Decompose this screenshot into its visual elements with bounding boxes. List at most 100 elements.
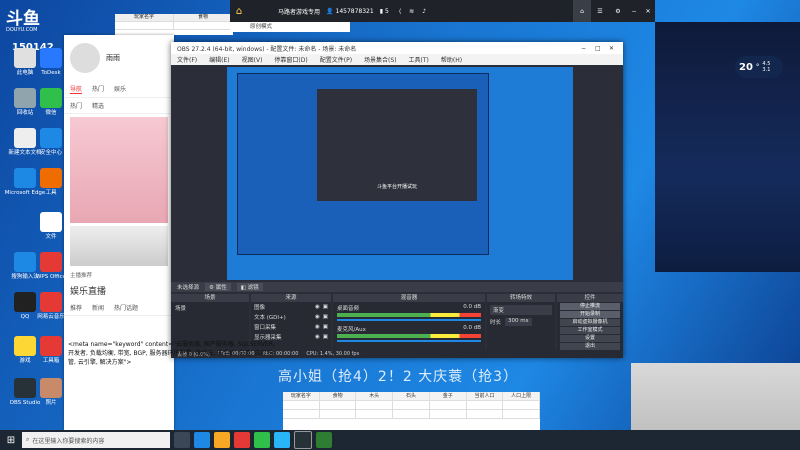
top-sheet-cell <box>174 22 233 29</box>
source-item[interactable]: 图像 ◉ ▣ <box>251 302 331 312</box>
sheet-row <box>283 410 541 419</box>
visibility-icon[interactable]: ◉ <box>315 304 320 310</box>
scenes-title: 场景 <box>171 294 249 302</box>
control-button[interactable]: 设置 <box>560 335 620 342</box>
obs-window[interactable]: OBS 27.2.4 (64-bit, windows) - 配置文件: 未命名… <box>171 42 623 358</box>
home-icon[interactable]: ⌂ <box>230 6 248 17</box>
mixer-track: 麦克风/Aux 0.0 dB <box>333 323 485 344</box>
visibility-icon[interactable]: ◉ <box>315 334 320 340</box>
section-tab[interactable]: 热门话题 <box>114 303 138 312</box>
transition-select[interactable]: 渐变 <box>490 305 552 315</box>
obs-menu-item[interactable]: 配置文件(P) <box>320 55 352 64</box>
app-icon <box>40 48 62 68</box>
volume-slider[interactable] <box>337 340 481 342</box>
obs-menu-item[interactable]: 停靠窗口(D) <box>274 55 307 64</box>
sources-title: 来源 <box>251 294 331 302</box>
obs-title-text: OBS 27.2.4 (64-bit, windows) - 配置文件: 未命名… <box>177 45 357 53</box>
weather-widget[interactable]: 20 ° 4.5 3.1 <box>735 56 783 78</box>
lock-icon[interactable]: ▣ <box>323 324 328 330</box>
lock-icon[interactable]: ▣ <box>323 314 328 320</box>
subtab-pick[interactable]: 精选 <box>92 101 104 110</box>
source-item-label: 窗口采集 <box>254 325 277 331</box>
control-button[interactable]: 开始录制 <box>560 311 620 318</box>
source-item[interactable]: 窗口采集 ◉ ▣ <box>251 322 331 332</box>
windows-start-icon[interactable]: ⊞ <box>0 430 22 450</box>
source-item[interactable]: 文本 (GDI+) ◉ ▣ <box>251 312 331 322</box>
sheet-column-header[interactable]: 石头 <box>393 392 430 400</box>
app-icon <box>40 168 62 188</box>
obs-app-icon[interactable] <box>294 431 312 449</box>
sheet-column-header[interactable]: 当前人口 <box>467 392 504 400</box>
qq-app-icon[interactable] <box>274 432 290 448</box>
sheet-column-header[interactable]: 人口上限 <box>503 392 541 400</box>
lock-icon[interactable]: ▣ <box>323 304 328 310</box>
obs-menu-item[interactable]: 文件(F) <box>177 55 197 64</box>
properties-button[interactable]: ⚙ 属性 <box>205 283 231 291</box>
close-icon[interactable]: ✕ <box>609 45 623 52</box>
stream-thumb-1[interactable] <box>70 117 168 223</box>
red-app-icon[interactable] <box>234 432 250 448</box>
maximize-icon[interactable]: □ <box>595 45 609 52</box>
share-icon[interactable]: ⟨ <box>399 8 401 15</box>
card-label: 主播推荐 <box>70 273 93 279</box>
filters-button[interactable]: ◧ 滤镜 <box>236 283 263 291</box>
assistant-count: 5 <box>385 7 389 15</box>
tab-nav[interactable]: 导航 <box>70 84 83 94</box>
scene-item[interactable]: 场景 <box>171 302 249 314</box>
obs-menu-item[interactable]: 工具(T) <box>409 55 429 64</box>
chat-window[interactable]: 雨雨 导航 热门 娱乐 热门 精选 主播推荐 娱乐直播 推荐 新闻 热门话题 <box>64 35 174 430</box>
control-button[interactable]: 停止推流 <box>560 303 620 310</box>
explorer-app-icon[interactable] <box>214 432 230 448</box>
douyu-logo-sub: DOUYU.COM <box>6 27 38 33</box>
duration-field[interactable]: 300 ms <box>505 318 532 326</box>
search-icon: ⌕ <box>26 436 30 443</box>
home-button-icon[interactable]: ⌂ <box>573 0 591 22</box>
sheet-column-header[interactable]: 木头 <box>356 392 394 400</box>
obs-menu-item[interactable]: 帮助(H) <box>441 55 462 64</box>
tab-hot[interactable]: 热门 <box>92 84 104 94</box>
stream-thumb-2[interactable] <box>70 226 168 266</box>
edge-app-icon[interactable] <box>194 432 210 448</box>
control-button[interactable]: 退出 <box>560 343 620 350</box>
transitions-title: 转场特效 <box>487 294 555 302</box>
control-button[interactable]: 启动虚拟摄像机 <box>560 319 620 326</box>
obs-preview[interactable]: 斗鱼平台开播试玩 <box>227 67 573 280</box>
avatar[interactable] <box>70 43 100 73</box>
section-title: 娱乐直播 <box>70 287 107 297</box>
obs-menu-item[interactable]: 编辑(E) <box>209 55 229 64</box>
minimize-icon[interactable]: − <box>627 8 641 15</box>
gamepad-icon[interactable]: ☰ <box>591 8 609 15</box>
subtab-hot[interactable]: 热门 <box>70 101 82 110</box>
obs-menubar: 文件(F) 编辑(E) 视图(V) 停靠窗口(D) 配置文件(P) 场景集合(S) 工具(T… <box>171 54 623 65</box>
section-tab[interactable]: 新闻 <box>92 303 104 312</box>
chat-username: 雨雨 <box>106 54 120 62</box>
top-spreadsheet: 玩家名字 食物 <box>115 14 233 35</box>
volume-slider[interactable] <box>337 319 481 321</box>
control-buttons: 停止推流 开始录制 启动虚拟摄像机 工作室模式 设置 退出 <box>557 303 623 350</box>
control-button[interactable]: 工作室模式 <box>560 327 620 334</box>
settings-icon[interactable]: ⚙ <box>609 8 627 15</box>
task-view-icon[interactable] <box>174 432 190 448</box>
bell-icon[interactable]: ♪ <box>422 8 426 15</box>
minimize-icon[interactable]: − <box>581 45 595 52</box>
sheet-column-header[interactable]: 玩家名字 <box>283 392 320 400</box>
assistant-phone: 1457878321 <box>335 7 374 15</box>
obs-titlebar[interactable]: OBS 27.2.4 (64-bit, windows) - 配置文件: 未命名… <box>171 42 623 54</box>
obs-menu-item[interactable]: 场景集合(S) <box>364 55 397 64</box>
wechat-app-icon[interactable] <box>254 432 270 448</box>
tab-ent[interactable]: 娱乐 <box>114 84 126 94</box>
top-sheet-col: 食物 <box>174 14 233 21</box>
lock-icon[interactable]: ▣ <box>323 334 328 340</box>
taskbar-search-input[interactable]: ⌕ 在这里输入你要搜索的内容 <box>22 432 170 448</box>
close-icon[interactable]: ✕ <box>641 8 655 15</box>
sheet-column-header[interactable]: 金子 <box>430 392 467 400</box>
obs-menu-item[interactable]: 视图(V) <box>242 55 263 64</box>
visibility-icon[interactable]: ◉ <box>315 324 320 330</box>
volume-meter <box>337 313 481 317</box>
section-tab[interactable]: 推荐 <box>70 303 82 312</box>
excel-app-icon[interactable] <box>316 432 332 448</box>
visibility-icon[interactable]: ◉ <box>315 314 320 320</box>
count-icon: ▮ <box>379 7 383 15</box>
sheet-column-header[interactable]: 食物 <box>320 392 357 400</box>
source-label: 未选择源 <box>177 285 200 291</box>
